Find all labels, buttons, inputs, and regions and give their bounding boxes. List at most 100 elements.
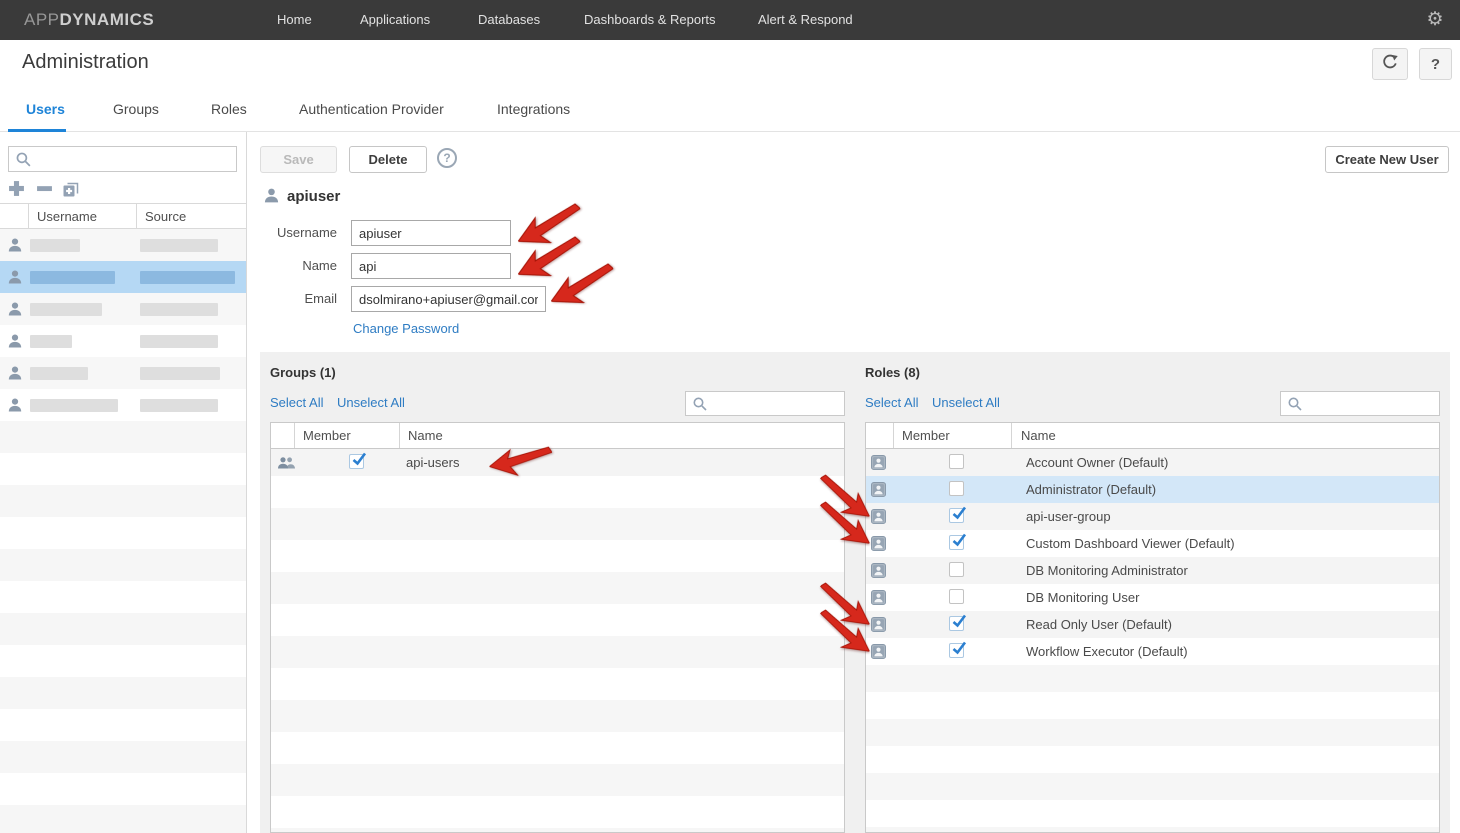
empty-row — [0, 485, 246, 517]
empty-row — [866, 746, 1439, 773]
tab-groups[interactable]: Groups — [113, 101, 159, 117]
nav-item-applications[interactable]: Applications — [360, 0, 430, 40]
user-search-input[interactable] — [35, 148, 232, 170]
role-icon — [871, 590, 886, 605]
help-button[interactable]: ? — [1419, 48, 1452, 80]
empty-row — [271, 572, 844, 604]
delete-button[interactable]: Delete — [349, 146, 427, 173]
save-button[interactable]: Save — [260, 146, 337, 173]
member-checkbox[interactable] — [949, 535, 964, 550]
user-row[interactable] — [0, 357, 247, 389]
create-new-user-button[interactable]: Create New User — [1325, 146, 1449, 173]
groups-title: Groups (1) — [270, 365, 336, 380]
role-name: Administrator (Default) — [1026, 482, 1156, 497]
role-row-custom-dashboard-viewer-default[interactable]: Custom Dashboard Viewer (Default) — [866, 530, 1439, 557]
empty-row — [0, 773, 246, 805]
group-row-api-users[interactable]: api-users — [271, 449, 844, 476]
role-name: DB Monitoring Administrator — [1026, 563, 1188, 578]
user-row[interactable] — [0, 389, 247, 421]
help-circle-icon[interactable]: ? — [437, 148, 457, 168]
role-row-db-monitoring-administrator[interactable]: DB Monitoring Administrator — [866, 557, 1439, 584]
empty-row — [271, 796, 844, 828]
email-label: Email — [242, 286, 337, 312]
tab-users[interactable]: Users — [26, 101, 65, 117]
role-row-workflow-executor-default[interactable]: Workflow Executor (Default) — [866, 638, 1439, 665]
empty-row — [866, 773, 1439, 800]
logo-prefix: APP — [24, 10, 60, 29]
username-label: Username — [242, 220, 337, 246]
role-row-account-owner-default[interactable]: Account Owner (Default) — [866, 449, 1439, 476]
nav-item-home[interactable]: Home — [277, 0, 312, 40]
empty-row — [0, 421, 246, 453]
username-redacted — [30, 367, 88, 380]
nav-item-databases[interactable]: Databases — [478, 0, 540, 40]
refresh-button[interactable] — [1372, 48, 1408, 80]
tab-bar: Users Groups Roles Authentication Provider I… — [0, 88, 1460, 132]
refresh-icon — [1381, 53, 1399, 76]
member-checkbox[interactable] — [949, 643, 964, 658]
username-input[interactable] — [351, 220, 511, 246]
column-name: Name — [408, 428, 443, 443]
empty-row — [0, 613, 246, 645]
source-redacted — [140, 271, 235, 284]
roles-unselect-all-link[interactable]: Unselect All — [932, 395, 1000, 410]
roles-select-all-link[interactable]: Select All — [865, 395, 918, 410]
role-row-administrator-default[interactable]: Administrator (Default) — [866, 476, 1439, 503]
email-input[interactable] — [351, 286, 546, 312]
annotation-arrow-name-input — [512, 231, 589, 289]
add-user-icon[interactable] — [8, 180, 25, 197]
tab-roles[interactable]: Roles — [211, 101, 247, 117]
annotation-arrow-username-input — [512, 198, 589, 256]
user-icon — [7, 237, 23, 253]
groups-search-input[interactable] — [712, 393, 840, 414]
source-redacted — [140, 303, 218, 316]
user-icon — [263, 187, 280, 204]
empty-row — [271, 732, 844, 764]
member-checkbox[interactable] — [949, 589, 964, 604]
nav-item-alert-respond[interactable]: Alert & Respond — [758, 0, 853, 40]
role-row-db-monitoring-user[interactable]: DB Monitoring User — [866, 584, 1439, 611]
role-icon — [871, 563, 886, 578]
username-redacted — [30, 303, 102, 316]
role-icon — [871, 509, 886, 524]
user-row[interactable] — [0, 261, 247, 293]
empty-row — [0, 677, 246, 709]
groups-select-all-link[interactable]: Select All — [270, 395, 323, 410]
duplicate-user-icon[interactable] — [62, 180, 79, 197]
remove-user-icon[interactable] — [36, 180, 53, 197]
nav-item-dashboards-reports[interactable]: Dashboards & Reports — [584, 0, 716, 40]
member-checkbox[interactable] — [949, 562, 964, 577]
empty-row — [866, 719, 1439, 746]
tab-integrations[interactable]: Integrations — [497, 101, 570, 117]
search-icon — [1287, 396, 1303, 412]
member-checkbox[interactable] — [949, 481, 964, 496]
change-password-link[interactable]: Change Password — [353, 321, 459, 336]
member-checkbox[interactable] — [949, 616, 964, 631]
name-input[interactable] — [351, 253, 511, 279]
role-name: Account Owner (Default) — [1026, 455, 1168, 470]
name-label: Name — [242, 253, 337, 279]
roles-search-input[interactable] — [1307, 393, 1435, 414]
roles-title: Roles (8) — [865, 365, 920, 380]
empty-row — [866, 827, 1439, 833]
tab-authentication-provider[interactable]: Authentication Provider — [299, 101, 444, 117]
user-heading: apiuser — [287, 188, 340, 205]
role-row-api-user-group[interactable]: api-user-group — [866, 503, 1439, 530]
gear-icon[interactable]: ⚙ — [1424, 9, 1446, 31]
member-checkbox[interactable] — [349, 454, 364, 469]
empty-row — [0, 517, 246, 549]
column-username: Username — [37, 209, 97, 224]
user-row[interactable] — [0, 293, 247, 325]
role-icon — [871, 455, 886, 470]
user-table-header: Username Source — [0, 203, 247, 229]
role-row-read-only-user-default[interactable]: Read Only User (Default) — [866, 611, 1439, 638]
empty-row — [271, 700, 844, 732]
groups-unselect-all-link[interactable]: Unselect All — [337, 395, 405, 410]
empty-row — [0, 549, 246, 581]
user-row[interactable] — [0, 229, 247, 261]
user-row[interactable] — [0, 325, 247, 357]
empty-row — [0, 581, 246, 613]
member-checkbox[interactable] — [949, 454, 964, 469]
empty-row — [271, 764, 844, 796]
member-checkbox[interactable] — [949, 508, 964, 523]
